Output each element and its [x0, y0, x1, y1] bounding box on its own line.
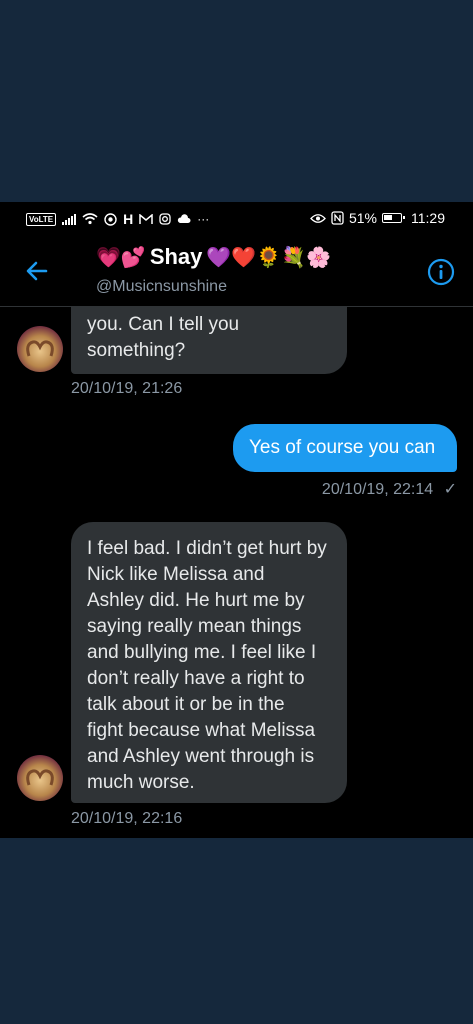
message-line: you. Can I tell you — [87, 314, 240, 335]
avatar[interactable] — [17, 326, 63, 372]
info-icon[interactable] — [427, 258, 455, 286]
heart-hands-icon — [26, 340, 54, 357]
conversation-header: 💗 💕 Shay 💜 ❤️ 🌻 💐 🌸 @Musicnsunshine — [0, 234, 473, 306]
nfc-icon — [331, 211, 344, 225]
emoji-heart-pink: 💗 — [96, 246, 121, 269]
heart-hands-icon — [26, 769, 54, 786]
message-line: talk about it or be in the — [87, 694, 285, 715]
message-line: Yes of course you can — [249, 437, 436, 458]
chrome-icon — [104, 212, 117, 226]
message-line: much worse. — [87, 772, 195, 793]
contact-name: Shay — [149, 244, 203, 269]
emoji-red-heart: ❤️ — [231, 246, 257, 269]
contact-handle[interactable]: @Musicnsunshine — [96, 278, 227, 296]
back-arrow-icon[interactable] — [22, 256, 52, 286]
h-network-indicator: H — [123, 211, 134, 227]
dm-conversation-screen: VoLTE H ··· 51% 11:29 💗 💕 Shay 💜 ❤️ 🌻 💐 … — [0, 202, 473, 838]
gmail-icon — [139, 213, 154, 224]
message-timestamp: 20/10/19, 22:14 ✓ — [322, 479, 457, 499]
message-line: and bullying me. I feel like I — [87, 642, 317, 663]
battery-percent: 51% — [348, 210, 377, 226]
emoji-sunflower: 🌻 — [256, 246, 282, 269]
clock: 11:29 — [411, 210, 445, 226]
conversation-title[interactable]: 💗 💕 Shay 💜 ❤️ 🌻 💐 🌸 — [96, 244, 331, 270]
eye-icon — [310, 213, 326, 223]
emoji-two-hearts: 💕 — [120, 246, 146, 269]
emoji-purple-heart: 💜 — [206, 246, 232, 269]
message-line: fight because what Melissa — [87, 720, 316, 741]
wifi-icon — [82, 213, 98, 225]
more-notifications-icon: ··· — [197, 212, 210, 226]
cloud-icon — [178, 214, 191, 223]
message-timestamp: 20/10/19, 22:16 — [71, 810, 183, 827]
sent-check-icon: ✓ — [443, 481, 457, 498]
message-line: don’t really have a right to — [87, 668, 305, 689]
battery-icon — [382, 213, 405, 223]
message-line: Ashley did. He hurt me by — [87, 590, 305, 611]
message-line: and Ashley went through is — [87, 746, 315, 767]
message-timestamp: 20/10/19, 21:26 — [71, 380, 183, 397]
emoji-bouquet: 💐 — [281, 246, 307, 269]
volte-indicator: VoLTE — [26, 212, 57, 226]
avatar[interactable] — [17, 755, 63, 801]
message-line: something? — [87, 340, 186, 361]
timestamp-text: 20/10/19, 22:14 — [321, 481, 434, 498]
instagram-icon — [159, 213, 171, 225]
incoming-message[interactable]: I feel bad. I didn’t get hurt by Nick li… — [71, 522, 347, 803]
status-bar: VoLTE H ··· 51% 11:29 — [0, 202, 473, 234]
message-line: I feel bad. I didn’t get hurt by — [87, 538, 327, 559]
outgoing-message[interactable]: Yes of course you can — [233, 424, 457, 472]
message-line: Nick like Melissa and — [87, 564, 265, 585]
message-line: saying really mean things — [87, 616, 302, 637]
incoming-message[interactable]: you. Can I tell you something? — [71, 307, 347, 374]
signal-icon — [62, 213, 77, 225]
emoji-cherry-blossom: 🌸 — [306, 246, 331, 269]
